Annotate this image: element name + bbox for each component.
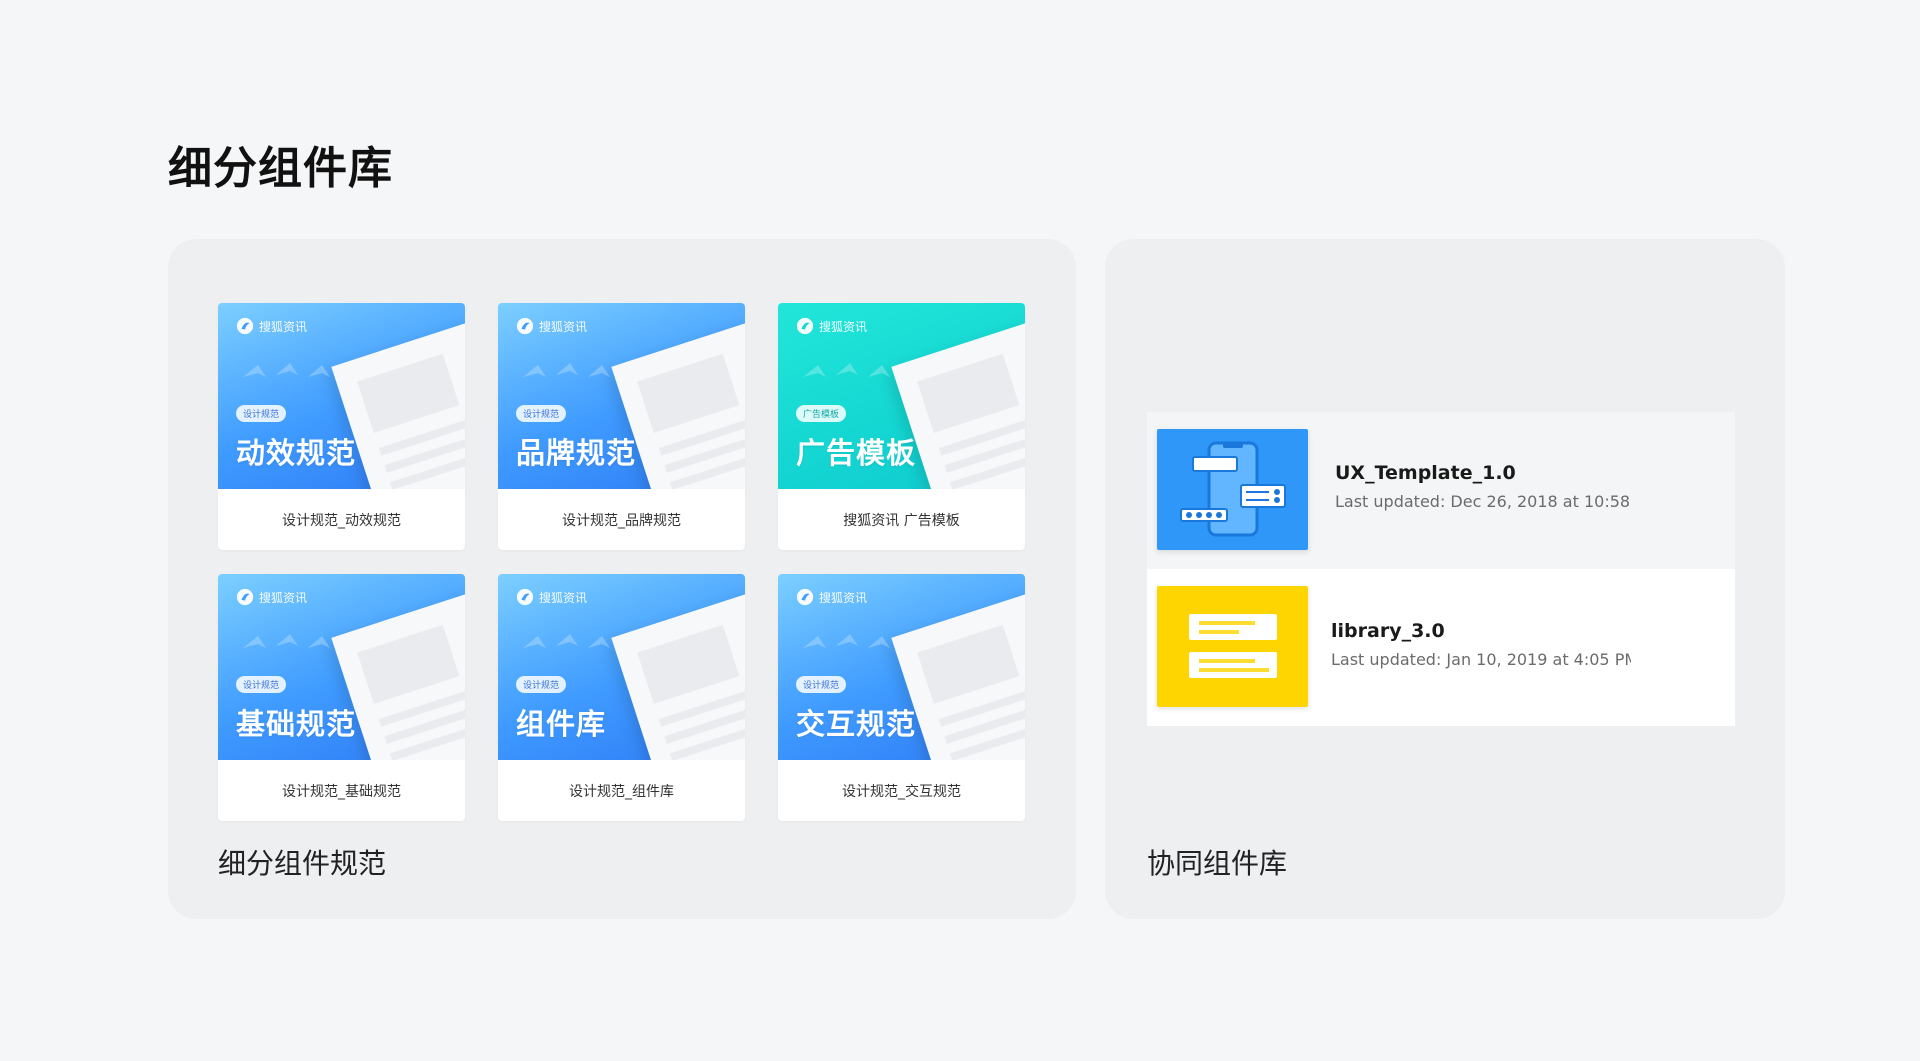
card-ad-template[interactable]: 搜狐资讯 广告模板 广告模板 搜狐资讯 广告模板 [778,303,1025,550]
phone-ui-icon [1180,441,1286,537]
card-caption: 设计规范_基础规范 [282,783,401,800]
brand-mark: 搜狐资讯 [236,317,307,335]
brand-mark: 搜狐资讯 [516,588,587,606]
sohu-logo-icon [236,588,254,606]
file-name: library_3.0 [1331,620,1445,642]
brand-mark: 搜狐资讯 [796,588,867,606]
file-name: UX_Template_1.0 [1335,462,1516,484]
sohu-logo-icon [796,317,814,335]
brand-label: 搜狐资讯 [259,590,308,605]
card-banner: 搜狐资讯 广告模板 广告模板 [778,303,1025,489]
file-updated-time: Last updated: Dec 26, 2018 at 10:58 AM [1335,492,1635,511]
card-caption: 设计规范_交互规范 [842,783,961,800]
card-basic-spec[interactable]: 搜狐资讯 设计规范 基础规范 设计规范_基础规范 [218,574,465,821]
file-thumbnail [1157,429,1308,550]
shared-library-panel: UX_Template_1.0 Last updated: Dec 26, 20… [1105,239,1785,919]
brand-label: 搜狐资讯 [819,590,868,605]
sohu-logo-icon [236,317,254,335]
card-interaction-spec[interactable]: 搜狐资讯 设计规范 交互规范 设计规范_交互规范 [778,574,1025,821]
birds-decoration-icon [243,363,330,377]
card-banner-title: 基础规范 [236,707,357,741]
birds-decoration-icon [243,634,330,648]
card-banner-title: 广告模板 [796,436,917,470]
card-banner: 搜狐资讯 设计规范 动效规范 [218,303,465,489]
file-list: UX_Template_1.0 Last updated: Dec 26, 20… [1147,412,1735,726]
brand-mark: 搜狐资讯 [516,317,587,335]
sohu-logo-icon [516,317,534,335]
card-brand-spec[interactable]: 搜狐资讯 设计规范 品牌规范 设计规范_品牌规范 [498,303,745,550]
card-banner-title: 交互规范 [796,707,917,741]
card-caption: 设计规范_品牌规范 [562,512,681,529]
card-banner: 搜狐资讯 设计规范 组件库 [498,574,745,760]
panel-label: 细分组件规范 [218,847,387,880]
card-banner: 搜狐资讯 设计规范 基础规范 [218,574,465,760]
doc-sheet-graphic [611,591,745,760]
card-component-library[interactable]: 搜狐资讯 设计规范 组件库 设计规范_组件库 [498,574,745,821]
card-tag: 设计规范 [796,676,847,693]
page-title: 细分组件库 [168,143,393,194]
card-caption: 设计规范_组件库 [569,783,674,800]
card-motion-spec[interactable]: 搜狐资讯 设计规范 动效规范 设计规范_动效规范 [218,303,465,550]
card-tag: 设计规范 [236,405,287,422]
card-banner-title: 动效规范 [236,436,357,470]
card-banner: 搜狐资讯 设计规范 品牌规范 [498,303,745,489]
card-caption: 设计规范_动效规范 [282,512,401,529]
birds-decoration-icon [523,634,610,648]
brand-mark: 搜狐资讯 [796,317,867,335]
birds-decoration-icon [803,363,890,377]
panel-label: 协同组件库 [1147,847,1288,880]
card-banner-title: 品牌规范 [516,436,637,470]
sohu-logo-icon [516,588,534,606]
card-tag: 广告模板 [796,405,847,422]
card-banner-title: 组件库 [516,707,607,741]
brand-mark: 搜狐资讯 [236,588,307,606]
list-blocks-icon [1189,614,1277,678]
file-row-ux-template[interactable]: UX_Template_1.0 Last updated: Dec 26, 20… [1147,412,1735,569]
birds-decoration-icon [523,363,610,377]
file-updated-time: Last updated: Jan 10, 2019 at 4:05 PM [1331,650,1631,669]
brand-label: 搜狐资讯 [259,319,308,334]
component-spec-panel: 搜狐资讯 设计规范 动效规范 设计规范_动效规范 搜狐资讯 设计规范 品牌规范 … [168,239,1076,919]
file-thumbnail [1157,586,1308,707]
brand-label: 搜狐资讯 [539,590,588,605]
card-tag: 设计规范 [516,676,567,693]
birds-decoration-icon [803,634,890,648]
card-tag: 设计规范 [236,676,287,693]
brand-label: 搜狐资讯 [539,319,588,334]
card-caption: 搜狐资讯 广告模板 [843,512,960,529]
file-row-library[interactable]: library_3.0 Last updated: Jan 10, 2019 a… [1147,569,1735,726]
card-banner: 搜狐资讯 设计规范 交互规范 [778,574,1025,760]
brand-label: 搜狐资讯 [819,319,868,334]
sohu-logo-icon [796,588,814,606]
card-tag: 设计规范 [516,405,567,422]
